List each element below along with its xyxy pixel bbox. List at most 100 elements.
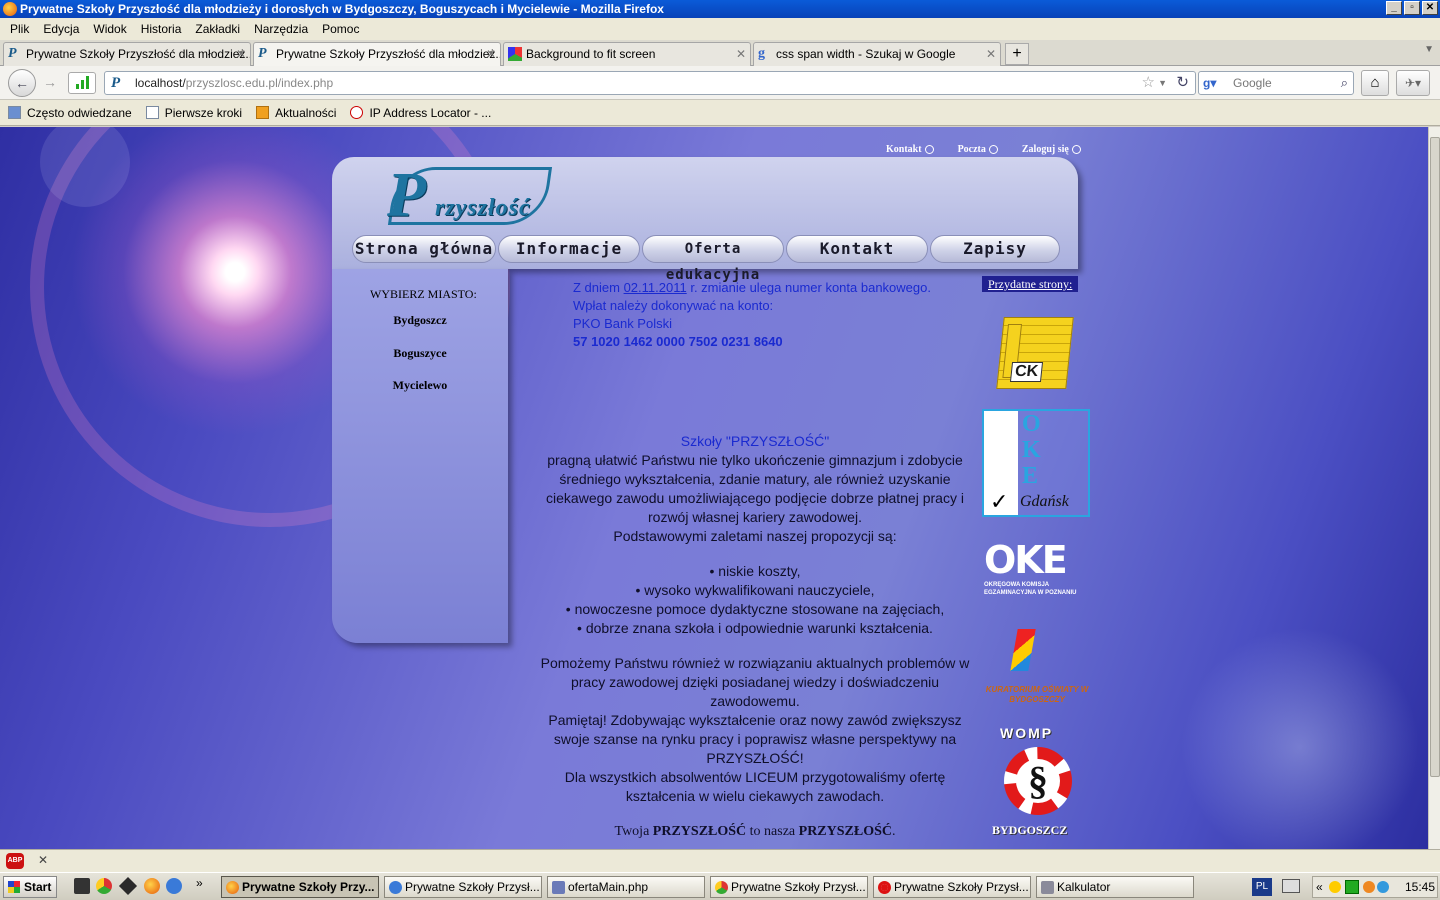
minimize-button[interactable]: _: [1386, 1, 1402, 15]
menu-plik[interactable]: Plik: [10, 22, 29, 36]
nav-zapisy[interactable]: Zapisy: [930, 235, 1060, 263]
addon-bar: ABP ✕: [0, 849, 1440, 872]
womp-logo[interactable]: WOMP § BYDGOSZCZ: [988, 725, 1092, 843]
menu-historia[interactable]: Historia: [141, 22, 182, 36]
nav-oferta[interactable]: Oferta edukacyjna: [642, 235, 784, 283]
bookmark-star-icon[interactable]: ☆: [1142, 72, 1155, 94]
bookmark-item[interactable]: Aktualności: [256, 106, 336, 120]
tab-4[interactable]: g css span width - Szukaj w Google ✕: [753, 42, 1001, 66]
adblock-icon[interactable]: ABP: [6, 853, 24, 869]
addon-close-icon[interactable]: ✕: [38, 853, 48, 867]
quicklaunch-icon[interactable]: [166, 878, 182, 894]
tab-list-icon[interactable]: ▼: [1424, 44, 1434, 55]
kuratorium-logo[interactable]: KURATORIUM OŚWIATY W BYDGOSZCZY: [982, 629, 1092, 707]
city-sidebar: WYBIERZ MIASTO: Bydgoszcz Boguszyce Myci…: [332, 269, 508, 643]
page-favicon: [508, 47, 522, 61]
calculator-icon: [1041, 881, 1054, 894]
tab-close-icon[interactable]: ✕: [736, 43, 746, 65]
tray-icon[interactable]: [1345, 880, 1359, 894]
reload-icon[interactable]: ↻: [1176, 72, 1189, 94]
url-dropdown-icon[interactable]: ▼: [1158, 72, 1167, 94]
addon-icon[interactable]: ✈▾: [1396, 70, 1430, 96]
tab-close-icon[interactable]: ✕: [486, 43, 496, 65]
new-tab-button[interactable]: +: [1005, 43, 1029, 65]
home-icon[interactable]: ⌂: [1361, 70, 1389, 96]
top-link-zaloguj[interactable]: Zaloguj się: [1022, 144, 1081, 155]
tray-icon[interactable]: [1363, 881, 1375, 893]
tab-close-icon[interactable]: ✕: [986, 43, 996, 65]
useful-links-label[interactable]: Przydatne strony:: [982, 276, 1079, 292]
bullet-item: • niskie koszty,: [709, 563, 801, 579]
close-button[interactable]: ✕: [1422, 1, 1438, 15]
news-line-3: PKO Bank Polski: [573, 316, 672, 331]
bookmark-item[interactable]: IP Address Locator - ...: [350, 106, 491, 120]
window-controls: _ ▫ ✕: [1386, 1, 1438, 15]
taskbar-item[interactable]: Prywatne Szkoły Przysł...: [384, 876, 542, 898]
menu-widok[interactable]: Widok: [93, 22, 126, 36]
tab-3[interactable]: Background to fit screen ✕: [503, 42, 751, 66]
taskbar-item[interactable]: Prywatne Szkoły Przysł...: [710, 876, 868, 898]
nav-kontakt[interactable]: Kontakt: [786, 235, 928, 263]
keyboard-icon[interactable]: [1282, 879, 1300, 893]
oke-poznan-logo[interactable]: OKE OKRĘGOWA KOMISJA EGZAMINACYJNA W POZ…: [984, 539, 1092, 607]
tray-expand-icon[interactable]: «: [1316, 877, 1323, 897]
quicklaunch-icon[interactable]: [118, 876, 138, 896]
menu-edycja[interactable]: Edycja: [43, 22, 79, 36]
windows-taskbar: Start » Prywatne Szkoły Przy... Prywatne…: [0, 872, 1440, 900]
taskbar-item[interactable]: ofertaMain.php: [547, 876, 705, 898]
top-link-kontakt[interactable]: Kontakt: [886, 144, 934, 155]
top-link-poczta[interactable]: Poczta: [958, 144, 998, 155]
search-placeholder: Google: [1233, 76, 1272, 90]
ck-logo[interactable]: CK: [996, 317, 1074, 389]
signal-icon[interactable]: [68, 72, 96, 94]
tray-icon[interactable]: [1329, 881, 1341, 893]
scrollbar-thumb[interactable]: [1430, 137, 1440, 777]
tab-1[interactable]: P Prywatne Szkoły Przyszłość dla młodzież…: [3, 42, 251, 66]
arrow-circle-icon: [988, 145, 998, 155]
tray-icon[interactable]: [1377, 881, 1389, 893]
bookmarks-toolbar: Często odwiedzane Pierwsze kroki Aktualn…: [0, 100, 1440, 126]
site-favicon: P: [258, 46, 267, 61]
chrome-icon[interactable]: [96, 878, 112, 894]
start-button[interactable]: Start: [3, 876, 57, 898]
firefox-icon[interactable]: [144, 878, 160, 894]
tab-label: css span width - Szukaj w Google: [776, 47, 956, 61]
menu-narzedzia[interactable]: Narzędzia: [254, 22, 308, 36]
city-bydgoszcz[interactable]: Bydgoszcz: [332, 313, 508, 328]
taskbar-item[interactable]: Prywatne Szkoły Przy...: [221, 876, 379, 898]
bookmark-label: Często odwiedzane: [27, 105, 132, 120]
clock[interactable]: 15:45: [1405, 877, 1435, 897]
windows-logo-icon: [8, 881, 20, 893]
bookmark-item[interactable]: Często odwiedzane: [8, 106, 132, 120]
taskbar-item[interactable]: Prywatne Szkoły Przysł...: [873, 876, 1031, 898]
bookmark-item[interactable]: Pierwsze kroki: [145, 106, 242, 120]
taskbar-item[interactable]: Kalkulator: [1036, 876, 1194, 898]
nav-informacje[interactable]: Informacje: [498, 235, 640, 263]
page-viewport: Kontakt Poczta Zaloguj się P rzyszłość S…: [0, 127, 1428, 849]
content-intro: pragną ułatwić Państwu nie tylko ukończe…: [546, 452, 964, 525]
more-icon[interactable]: »: [196, 876, 203, 890]
forward-button[interactable]: →: [38, 71, 62, 95]
maximize-button[interactable]: ▫: [1404, 1, 1420, 15]
site-identity-icon[interactable]: P: [111, 72, 120, 94]
language-indicator[interactable]: PL: [1252, 878, 1272, 896]
menu-pomoc[interactable]: Pomoc: [322, 22, 359, 36]
nav-strona-glowna[interactable]: Strona główna: [352, 235, 496, 263]
vertical-scrollbar[interactable]: [1428, 127, 1440, 849]
menu-zakladki[interactable]: Zakładki: [195, 22, 240, 36]
tab-2[interactable]: P Prywatne Szkoły Przyszłość dla młodzież…: [253, 42, 501, 67]
arrow-circle-icon: [1071, 145, 1081, 155]
url-bar[interactable]: P localhost/przyszlosc.edu.pl/index.php …: [104, 71, 1196, 95]
google-engine-icon[interactable]: g▾: [1203, 72, 1216, 94]
opera-icon: [878, 881, 891, 894]
quicklaunch-icon[interactable]: [74, 878, 90, 894]
site-logo[interactable]: P rzyszłość: [387, 163, 530, 227]
snake-icon: §: [1028, 758, 1048, 803]
city-boguszyce[interactable]: Boguszyce: [332, 346, 508, 361]
city-mycielewo[interactable]: Mycielewo: [332, 378, 508, 393]
tab-close-icon[interactable]: ✕: [236, 43, 246, 65]
search-input[interactable]: g▾ Google ⌕: [1198, 71, 1354, 95]
search-icon[interactable]: ⌕: [1341, 72, 1348, 94]
oke-gdansk-logo[interactable]: O K E ✓ Gdańsk: [982, 409, 1090, 517]
back-button[interactable]: ←: [8, 69, 36, 97]
